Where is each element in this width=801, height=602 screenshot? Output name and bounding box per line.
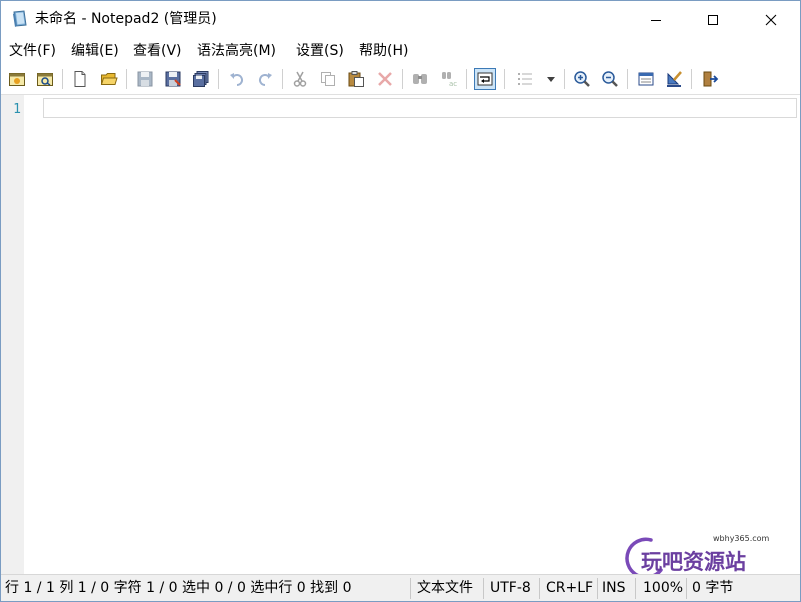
scheme-icon[interactable] [635,68,657,90]
toolbar-separator [564,69,565,89]
toolbar-separator [218,69,219,89]
status-zoom[interactable]: 100% [643,575,683,601]
menu-syntax[interactable]: 语法高亮(M) [197,42,276,60]
paste-icon[interactable] [345,68,367,90]
watermark-logo: wbhy365.com 玩吧资源站 [625,534,795,580]
toolbar-separator [126,69,127,89]
status-separator [635,578,636,599]
delete-icon[interactable] [374,68,396,90]
word-wrap-icon[interactable] [474,68,496,90]
undo-icon[interactable] [226,68,248,90]
redo-icon[interactable] [254,68,276,90]
title-bar[interactable]: 未命名 - Notepad2 (管理员) [1,1,800,38]
toolbar-separator [691,69,692,89]
status-insert-mode[interactable]: INS [602,575,626,601]
line-number-gutter: 1 [1,95,24,574]
status-separator [597,578,598,599]
status-bar: 行 1 / 1 列 1 / 0 字符 1 / 0 选中 0 / 0 选中行 0 … [1,574,800,601]
cut-icon[interactable] [289,68,311,90]
menu-bar: 文件(F) 编辑(E) 查看(V) 语法高亮(M) 设置(S) 帮助(H) [1,40,800,62]
customize-icon[interactable] [663,68,685,90]
current-line-highlight[interactable] [43,98,797,118]
maximize-button[interactable] [684,1,742,38]
watermark-url: wbhy365.com [713,534,770,543]
notepad2-window: 未命名 - Notepad2 (管理员) 文件(F) 编辑(E) 查看(V) 语… [0,0,801,602]
toolbar: ac [1,64,800,92]
exit-icon[interactable] [699,68,721,90]
open-folder-icon[interactable] [98,68,120,90]
toolbar-separator [62,69,63,89]
new-file-icon[interactable] [69,68,91,90]
save-as-icon[interactable] [162,68,184,90]
status-separator [539,578,540,599]
menu-file[interactable]: 文件(F) [9,42,56,60]
status-separator [686,578,687,599]
toolbar-separator [282,69,283,89]
save-icon[interactable] [134,68,156,90]
status-file-type[interactable]: 文本文件 [417,575,473,601]
copy-icon[interactable] [317,68,339,90]
close-button[interactable] [742,1,800,38]
notepad2-app-icon[interactable] [11,10,29,28]
dropdown-arrow-icon[interactable] [540,68,562,90]
find-icon[interactable] [409,68,431,90]
zoom-out-icon[interactable] [599,68,621,90]
zoom-in-icon[interactable] [571,68,593,90]
svg-text:ac: ac [449,80,457,88]
status-separator [410,578,411,599]
browse-icon[interactable] [34,68,56,90]
status-separator [483,578,484,599]
toolbar-separator [402,69,403,89]
new-window-icon[interactable] [6,68,28,90]
status-line-ending[interactable]: CR+LF [546,575,593,601]
menu-view[interactable]: 查看(V) [133,42,182,60]
toolbar-separator [627,69,628,89]
toolbar-separator [466,69,467,89]
toolbar-separator [504,69,505,89]
window-title: 未命名 - Notepad2 (管理员) [35,11,217,27]
watermark-text: 玩吧资源站 [641,550,746,574]
status-size: 0 字节 [692,580,734,596]
status-encoding[interactable]: UTF-8 [490,575,531,601]
list-icon[interactable] [514,68,536,90]
menu-help[interactable]: 帮助(H) [359,42,408,60]
status-position: 行 1 / 1 列 1 / 0 字符 1 / 0 选中 0 / 0 选中行 0 … [5,580,352,596]
save-copy-icon[interactable] [190,68,212,90]
line-number: 1 [13,102,21,117]
replace-icon[interactable]: ac [438,68,460,90]
minimize-button[interactable] [627,1,685,38]
text-editor[interactable]: 1 [1,94,800,574]
menu-settings[interactable]: 设置(S) [296,42,344,60]
menu-edit[interactable]: 编辑(E) [71,42,119,60]
